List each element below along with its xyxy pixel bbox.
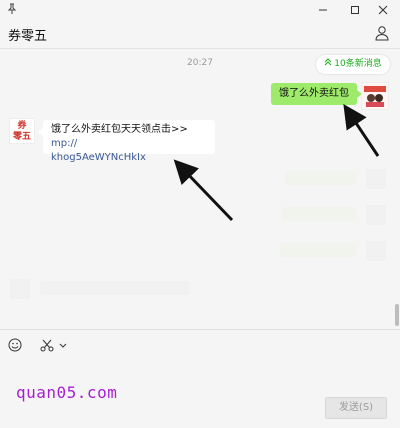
faded-avatar — [366, 205, 386, 225]
chat-info-person-icon[interactable] — [374, 25, 390, 41]
new-messages-label: 10条新消息 — [334, 59, 382, 69]
outgoing-message-bubble[interactable]: 饿了么外卖红包 — [271, 83, 362, 105]
title-bar: 券零五 — [0, 0, 400, 49]
faded-bubble — [40, 281, 190, 295]
contact-avatar[interactable]: 券 零五 — [9, 118, 35, 144]
faded-bubble — [285, 171, 357, 185]
new-messages-button[interactable]: 10条新消息 — [316, 55, 390, 74]
faded-avatar — [10, 279, 30, 299]
faded-avatar — [366, 169, 386, 189]
avatar-image-icon — [362, 83, 388, 109]
emoji-icon[interactable] — [8, 338, 22, 352]
scrollbar[interactable] — [393, 49, 400, 329]
close-icon — [378, 5, 388, 15]
chevron-down-icon[interactable] — [58, 342, 68, 349]
maximize-button[interactable] — [344, 2, 366, 18]
send-button[interactable]: 发送(S) — [325, 397, 387, 419]
close-button[interactable] — [372, 2, 394, 18]
composer-toolbar — [0, 330, 400, 360]
scrollbar-thumb[interactable] — [395, 304, 399, 326]
watermark-text: quan05.com — [16, 383, 118, 402]
incoming-message-bubble[interactable]: 饿了么外卖红包天天领点击>> mp:// khog5AeWYNcHkIx — [38, 120, 215, 163]
avatar-text-line2: 零五 — [12, 132, 31, 142]
chat-history[interactable]: 20:27 10条新消息 饿了么外卖红包 券 零五 饿了么外卖红包天天领点击>>… — [0, 49, 400, 329]
pin-icon[interactable] — [6, 3, 18, 15]
faded-bubble — [282, 207, 357, 221]
avatar-text-line1: 券 — [17, 121, 27, 131]
scissors-icon[interactable] — [40, 339, 54, 352]
message-link-continued[interactable]: khog5AeWYNcHkIx — [51, 152, 146, 163]
maximize-icon — [351, 6, 359, 14]
message-link[interactable]: mp:// — [51, 138, 77, 149]
contact-name: 券零五 — [8, 29, 48, 44]
minimize-icon — [319, 9, 327, 11]
double-chevron-up-icon — [324, 55, 332, 74]
faded-avatar — [366, 241, 386, 261]
minimize-button[interactable] — [312, 2, 334, 18]
message-text: 饿了么外卖红包天天领点击>> — [51, 124, 188, 135]
faded-bubble — [280, 243, 357, 257]
my-avatar[interactable] — [361, 82, 389, 110]
